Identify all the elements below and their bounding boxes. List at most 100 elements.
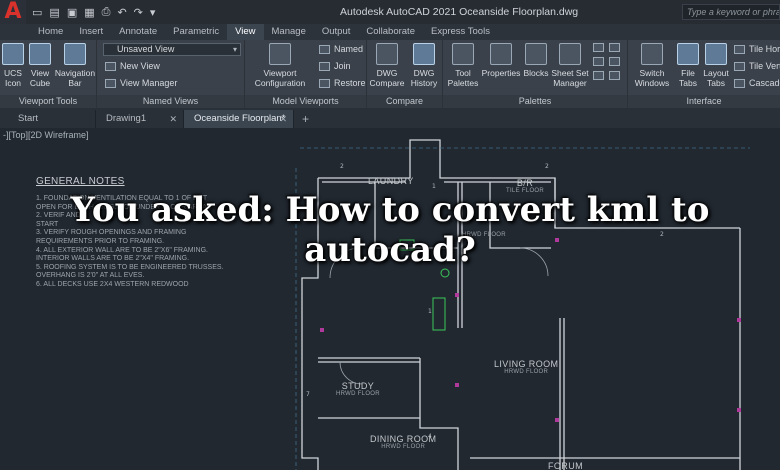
view-cube-icon xyxy=(29,43,51,65)
file-tabs-bar: Start Drawing1 ✕ Oceanside Floorplan* ✕ + xyxy=(0,108,780,128)
properties-button[interactable]: Properties xyxy=(481,43,521,78)
tab-collaborate[interactable]: Collaborate xyxy=(358,24,423,40)
viewport-label[interactable]: -][Top][2D Wireframe] xyxy=(3,130,89,140)
new-view-button[interactable]: New View xyxy=(105,61,160,71)
open-icon[interactable]: ▤ xyxy=(49,6,59,19)
sheet-set-manager-button[interactable]: Sheet Set Manager xyxy=(550,43,590,88)
svg-text:1: 1 xyxy=(432,183,436,190)
switch-windows-button[interactable]: Switch Windows xyxy=(630,43,674,88)
tab-annotate[interactable]: Annotate xyxy=(111,24,165,40)
join-viewports-button[interactable]: Join xyxy=(319,61,351,71)
navigation-bar-icon xyxy=(64,43,86,65)
ucs-icon-button[interactable]: UCS Icon xyxy=(1,43,25,88)
room-forum: FORUM xyxy=(548,461,583,470)
palette-small-4[interactable] xyxy=(609,43,620,52)
redo-icon[interactable]: ↷ xyxy=(134,6,143,19)
palette-small-6[interactable] xyxy=(609,71,620,80)
plot-icon[interactable]: ⎙ xyxy=(102,5,111,19)
window-title: Autodesk AutoCAD 2021 Oceanside Floorpla… xyxy=(340,6,579,18)
file-tabs-icon xyxy=(677,43,699,65)
autocad-logo[interactable]: A xyxy=(0,0,26,24)
palette-icon xyxy=(593,71,604,80)
tab-view[interactable]: View xyxy=(227,24,264,40)
svg-text:2: 2 xyxy=(545,163,549,170)
panel-viewport-tools: UCS Icon View Cube Navigation Bar Viewpo… xyxy=(0,40,97,108)
note-line: OVERHANG IS 2'0" AT ALL EVES. xyxy=(36,272,145,280)
room-living: LIVING ROOM HRWD FLOOR xyxy=(494,359,559,375)
tab-home[interactable]: Home xyxy=(30,24,71,40)
blocks-button[interactable]: Blocks xyxy=(522,43,550,78)
file-tabs-button[interactable]: File Tabs xyxy=(675,43,701,88)
close-icon[interactable]: ✕ xyxy=(279,110,287,128)
tile-vertically-button[interactable]: Tile Verti xyxy=(734,61,780,71)
tab-manage[interactable]: Manage xyxy=(264,24,314,40)
named-viewports-button[interactable]: Named xyxy=(319,44,363,54)
cascade-button[interactable]: Cascade xyxy=(734,78,780,88)
palette-small-2[interactable] xyxy=(593,57,604,66)
restore-icon xyxy=(319,78,330,88)
view-cube-button[interactable]: View Cube xyxy=(27,43,53,88)
note-line: 6. ALL DECKS USE 2X4 WESTERN REDWOOD xyxy=(36,280,189,288)
tile-vertical-icon xyxy=(734,61,745,71)
room-laundry: LAUNDRY xyxy=(368,176,414,186)
palette-icon xyxy=(609,57,620,66)
file-tab-drawing1[interactable]: Drawing1 ✕ xyxy=(96,110,184,128)
palette-small-3[interactable] xyxy=(593,71,604,80)
palette-icon xyxy=(593,43,604,52)
layout-tabs-button[interactable]: Layout Tabs xyxy=(702,43,730,88)
new-view-icon xyxy=(105,61,116,71)
svg-text:2: 2 xyxy=(340,163,344,170)
tab-express-tools[interactable]: Express Tools xyxy=(423,24,498,40)
quick-access-toolbar: ▭ ▤ ▣ ▦ ⎙ ↶ ↷ ▾ xyxy=(32,5,155,19)
viewport-configuration-icon xyxy=(269,43,291,65)
undo-icon[interactable]: ↶ xyxy=(117,6,126,19)
headline-overlay: You asked: How to convert kml to autocad… xyxy=(0,190,780,270)
dwg-compare-icon xyxy=(376,43,398,65)
panel-compare: DWG Compare DWG History Compare xyxy=(367,40,443,108)
named-view-dropdown[interactable]: Unsaved View xyxy=(103,43,241,56)
palette-small-1[interactable] xyxy=(593,43,604,52)
file-tab-start[interactable]: Start xyxy=(0,110,96,128)
palette-small-5[interactable] xyxy=(609,57,620,66)
panel-model-viewports: Viewport Configuration Named Join Restor… xyxy=(245,40,367,108)
panel-label-interface: Interface xyxy=(628,95,780,108)
tab-parametric[interactable]: Parametric xyxy=(165,24,227,40)
drawing-canvas[interactable]: 2 1 2 7 4 1 2 -][Top][2D Wireframe] GENE… xyxy=(0,128,780,470)
palette-icon xyxy=(609,71,620,80)
ucs-icon xyxy=(2,43,24,65)
palette-icon xyxy=(593,57,604,66)
restore-viewports-button[interactable]: Restore xyxy=(319,78,366,88)
svg-text:1: 1 xyxy=(428,308,432,315)
dwg-compare-button[interactable]: DWG Compare xyxy=(369,43,405,88)
named-viewports-icon xyxy=(319,44,330,54)
viewport-configuration-button[interactable]: Viewport Configuration xyxy=(249,43,311,88)
navigation-bar-button[interactable]: Navigation Bar xyxy=(54,43,96,88)
panel-label-viewport-tools: Viewport Tools xyxy=(0,95,96,108)
panel-palettes: Tool Palettes Properties Blocks Sheet Se… xyxy=(443,40,628,108)
ribbon: UCS Icon View Cube Navigation Bar Viewpo… xyxy=(0,40,780,108)
save-as-icon[interactable]: ▦ xyxy=(84,6,94,19)
tool-palettes-button[interactable]: Tool Palettes xyxy=(445,43,481,88)
switch-windows-icon xyxy=(641,43,663,65)
dwg-history-button[interactable]: DWG History xyxy=(407,43,441,88)
file-tab-oceanside[interactable]: Oceanside Floorplan* ✕ xyxy=(184,110,294,128)
view-manager-icon xyxy=(105,78,116,88)
room-dining: DINING ROOM HRWD FLOOR xyxy=(370,434,437,450)
tile-horizontally-button[interactable]: Tile Hori xyxy=(734,44,780,54)
close-icon[interactable]: ✕ xyxy=(169,110,177,128)
tab-output[interactable]: Output xyxy=(314,24,359,40)
dwg-history-icon xyxy=(413,43,435,65)
view-manager-button[interactable]: View Manager xyxy=(105,78,177,88)
join-icon xyxy=(319,61,330,71)
panel-label-named-views: Named Views xyxy=(97,95,244,108)
tool-palettes-icon xyxy=(452,43,474,65)
panel-label-compare: Compare xyxy=(367,95,442,108)
search-input[interactable]: Type a keyword or phrase xyxy=(682,4,780,20)
new-tab-plus-icon[interactable]: + xyxy=(294,110,317,128)
folder-icon[interactable]: ▭ xyxy=(32,6,42,19)
save-icon[interactable]: ▣ xyxy=(67,6,77,19)
title-bar: A ▭ ▤ ▣ ▦ ⎙ ↶ ↷ ▾ Autodesk AutoCAD 2021 … xyxy=(0,0,780,24)
tab-insert[interactable]: Insert xyxy=(71,24,111,40)
chevron-down-icon[interactable]: ▾ xyxy=(150,6,156,19)
headline-text: You asked: How to convert kml to autocad… xyxy=(70,190,710,270)
